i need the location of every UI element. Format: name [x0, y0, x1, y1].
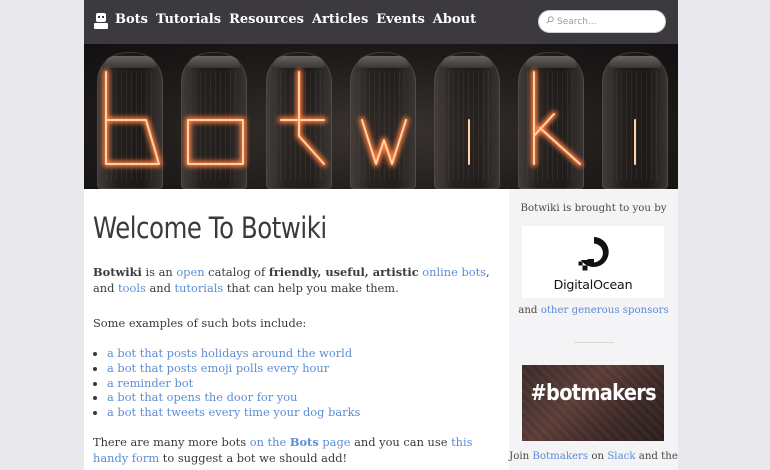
divider [574, 342, 614, 343]
brought-by-text: Botwiki is brought to you by [520, 203, 667, 214]
example-link[interactable]: a reminder bot [107, 376, 360, 391]
nav-item-articles[interactable]: Articles [312, 12, 368, 27]
more-text: to suggest a bot we should add! [159, 451, 348, 465]
nav-item-tutorials[interactable]: Tutorials [156, 12, 221, 27]
robot-icon[interactable] [94, 13, 108, 29]
sidebar: Botwiki is brought to you by DigitalOcea… [509, 189, 678, 470]
search-input[interactable] [557, 14, 657, 29]
intro-text: and [145, 281, 175, 295]
intro-text: catalog of [204, 265, 269, 279]
examples-list: a bot that posts holidays around the wor… [93, 346, 360, 420]
search-icon [546, 16, 554, 24]
more-text: There are many more bots [93, 435, 250, 449]
join-text: and the [635, 451, 678, 462]
more-bots-paragraph: There are many more bots on the Bots pag… [93, 434, 498, 466]
botmakers-label: #botmakers [530, 381, 657, 406]
examples-intro: Some examples of such bots include: [93, 316, 307, 330]
intro-text: is an [141, 265, 177, 279]
botmakers-banner[interactable]: #botmakers [522, 365, 664, 441]
other-sponsors-link[interactable]: other generous sponsors [541, 305, 669, 316]
bots-page-link[interactable]: on the Bots page [250, 435, 351, 449]
nav-item-bots[interactable]: Bots [115, 12, 148, 27]
search-box[interactable] [538, 10, 666, 33]
nav-item-resources[interactable]: Resources [229, 12, 304, 27]
page: Bots Tutorials Resources Articles Events… [84, 0, 678, 470]
digitalocean-sponsor[interactable]: DigitalOcean [522, 226, 664, 298]
nav-item-about[interactable]: About [433, 12, 476, 27]
qualities-text: friendly, useful, artistic [268, 265, 419, 279]
tools-link[interactable]: tools [118, 281, 146, 295]
banner-glow-letters [103, 69, 638, 167]
open-link[interactable]: open [176, 265, 204, 279]
example-link[interactable]: a bot that opens the door for you [107, 390, 360, 405]
link-text: page [318, 435, 351, 449]
example-link[interactable]: a bot that posts emoji polls every hour [107, 361, 360, 376]
nav-item-events[interactable]: Events [376, 12, 425, 27]
nixie-tubes-banner [84, 44, 678, 189]
online-bots-link[interactable]: online bots [422, 265, 486, 279]
example-link[interactable]: a bot that posts holidays around the wor… [107, 346, 360, 361]
slack-link[interactable]: Slack [607, 451, 635, 462]
and-text: and [518, 305, 541, 316]
brand-name: Botwiki [93, 265, 142, 279]
join-text: Join [509, 451, 533, 462]
digitalocean-logo-icon [578, 237, 609, 271]
more-text: and you can use [350, 435, 452, 449]
join-text: on [588, 451, 608, 462]
nav-menu: Bots Tutorials Resources Articles Events… [115, 12, 484, 27]
link-text-bold: Bots [289, 435, 319, 449]
example-link[interactable]: a bot that tweets every time your dog ba… [107, 405, 360, 420]
intro-text: that can help you make them. [223, 281, 399, 295]
sponsor-name: DigitalOcean [553, 277, 633, 292]
botmakers-link[interactable]: Botmakers [532, 451, 588, 462]
top-nav: Bots Tutorials Resources Articles Events… [84, 0, 678, 44]
link-text: on the [249, 435, 290, 449]
intro-paragraph: Botwiki is an open catalog of friendly, … [93, 264, 498, 296]
join-botmakers-text: Join Botmakers on Slack and the [509, 449, 678, 464]
other-sponsors-line: and other generous sponsors [509, 305, 678, 316]
page-title: Welcome To Botwiki [93, 211, 327, 245]
tutorials-link[interactable]: tutorials [175, 281, 224, 295]
